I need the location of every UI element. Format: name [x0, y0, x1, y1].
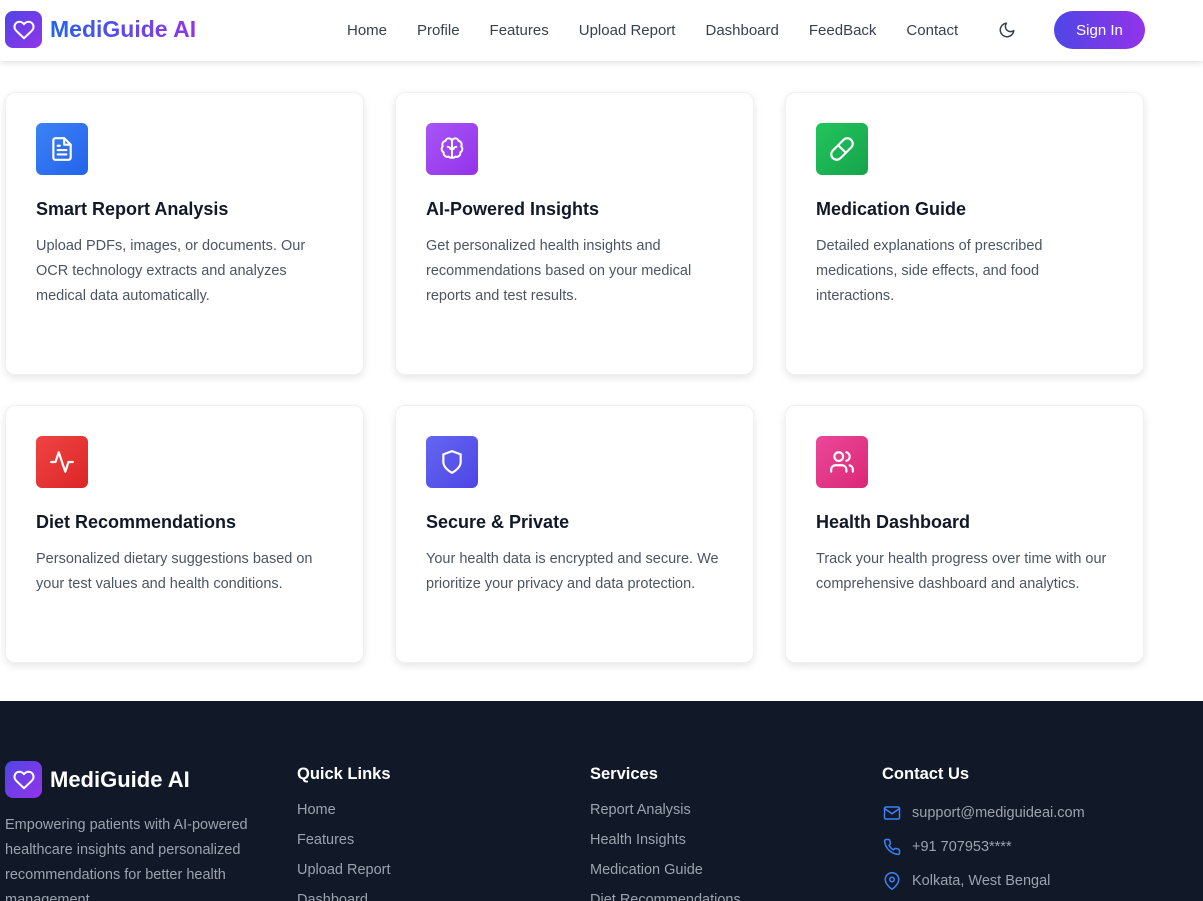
footer-contact: Contact Us support@mediguideai.com +91 7… — [882, 765, 1085, 898]
feature-description: Track your health progress over time wit… — [816, 551, 1107, 592]
footer-heading: Services — [590, 765, 658, 783]
map-pin-icon — [882, 871, 902, 891]
footer-brand[interactable]: MediGuide AI — [5, 761, 190, 798]
main-nav: Home Profile Features Upload Report Dash… — [333, 0, 988, 61]
nav-dashboard[interactable]: Dashboard — [705, 22, 778, 39]
footer-description: Empowering patients with AI-powered heal… — [5, 817, 248, 901]
nav-profile[interactable]: Profile — [417, 22, 460, 39]
users-icon — [816, 436, 868, 488]
feature-description: Detailed explanations of prescribed medi… — [816, 238, 1043, 304]
feature-title: AI-Powered Insights — [426, 199, 600, 219]
footer-heading: Quick Links — [297, 765, 391, 783]
feature-description: Your health data is encrypted and secure… — [426, 551, 719, 592]
footer-link-home[interactable]: Home — [297, 801, 391, 831]
feature-card-secure: Secure & Private Your health data is enc… — [395, 405, 754, 663]
nav-contact[interactable]: Contact — [906, 22, 958, 39]
feature-description: Get personalized health insights and rec… — [426, 238, 692, 304]
feature-card-ai-insights: AI-Powered Insights Get personalized hea… — [395, 92, 754, 375]
contact-email-text: support@mediguideai.com — [912, 805, 1085, 821]
sign-in-button[interactable]: Sign In — [1054, 11, 1145, 49]
activity-icon — [36, 436, 88, 488]
footer-heading: Contact Us — [882, 765, 970, 783]
feature-card-smart-report: Smart Report Analysis Upload PDFs, image… — [5, 92, 364, 375]
footer-services: Services Report Analysis Health Insights… — [590, 765, 741, 901]
brand-logo[interactable]: MediGuide AI — [5, 11, 196, 48]
contact-email[interactable]: support@mediguideai.com — [882, 796, 1085, 830]
feature-title: Health Dashboard — [816, 512, 971, 532]
heart-icon — [5, 11, 42, 48]
feature-description: Personalized dietary suggestions based o… — [36, 551, 313, 592]
contact-location: Kolkata, West Bengal — [882, 864, 1085, 898]
nav-feedback[interactable]: FeedBack — [809, 22, 877, 39]
footer-link-medication-guide[interactable]: Medication Guide — [590, 861, 741, 891]
pill-icon — [816, 123, 868, 175]
phone-icon — [882, 837, 902, 857]
feature-title: Diet Recommendations — [36, 512, 237, 532]
feature-card-medication-guide: Medication Guide Detailed explanations o… — [785, 92, 1144, 375]
feature-title: Smart Report Analysis — [36, 199, 229, 219]
footer-brand-name: MediGuide AI — [50, 766, 190, 792]
heart-icon — [5, 761, 42, 798]
brain-icon — [426, 123, 478, 175]
nav-home[interactable]: Home — [347, 22, 387, 39]
footer-link-report-analysis[interactable]: Report Analysis — [590, 801, 741, 831]
feature-title: Medication Guide — [816, 199, 967, 219]
nav-upload-report[interactable]: Upload Report — [579, 22, 676, 39]
contact-phone-text: +91 707953**** — [912, 839, 1012, 855]
document-icon — [36, 123, 88, 175]
contact-location-text: Kolkata, West Bengal — [912, 873, 1051, 889]
footer-link-diet-recommendations[interactable]: Diet Recommendations — [590, 891, 741, 901]
footer-quick-links: Quick Links Home Features Upload Report … — [297, 765, 391, 901]
footer: MediGuide AI Empowering patients with AI… — [0, 701, 1203, 901]
mail-icon — [882, 803, 902, 823]
feature-description: Upload PDFs, images, or documents. Our O… — [36, 238, 306, 304]
footer-link-upload-report[interactable]: Upload Report — [297, 861, 391, 891]
feature-card-health-dashboard: Health Dashboard Track your health progr… — [785, 405, 1144, 663]
feature-title: Secure & Private — [426, 512, 570, 532]
footer-link-health-insights[interactable]: Health Insights — [590, 831, 741, 861]
moon-icon[interactable] — [996, 19, 1018, 41]
brand-name: MediGuide AI — [50, 16, 197, 42]
top-navbar: MediGuide AI Home Profile Features Uploa… — [0, 0, 1203, 61]
footer-link-features[interactable]: Features — [297, 831, 391, 861]
footer-link-dashboard[interactable]: Dashboard — [297, 891, 391, 901]
nav-features[interactable]: Features — [490, 22, 549, 39]
contact-phone[interactable]: +91 707953**** — [882, 830, 1085, 864]
shield-icon — [426, 436, 478, 488]
feature-card-diet: Diet Recommendations Personalized dietar… — [5, 405, 364, 663]
